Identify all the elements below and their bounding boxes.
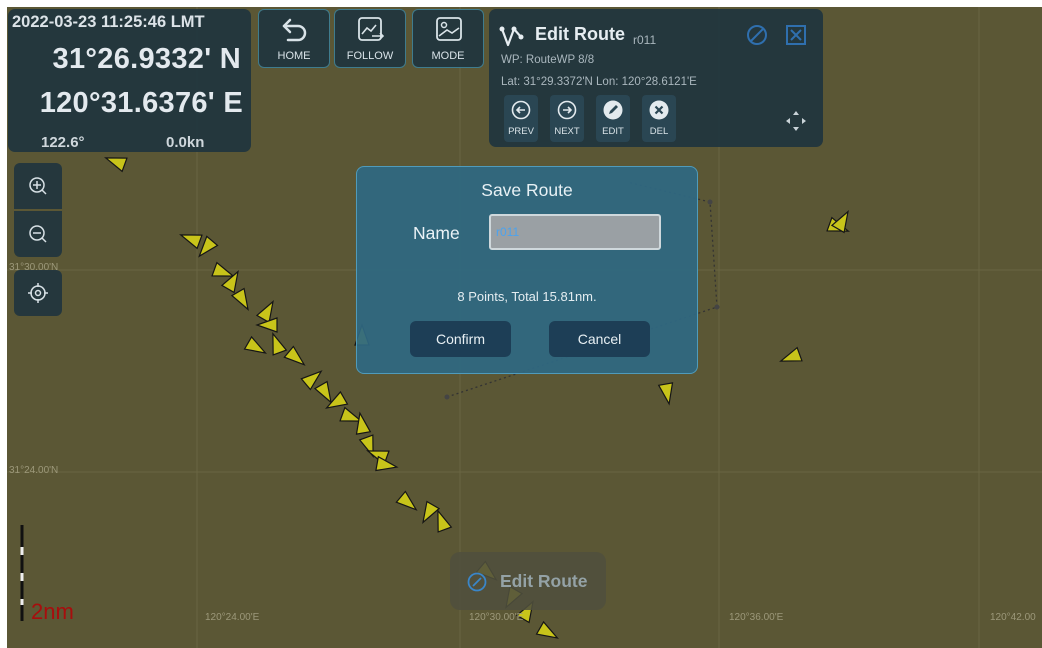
route-id: r011 [633,33,657,47]
prev-label: PREV [508,126,534,137]
delete-label: DEL [649,126,669,137]
pencil-icon [603,100,623,120]
next-icon [557,100,577,120]
lon-label: 120°36.00'E [729,612,784,623]
vessel-icon[interactable] [657,382,676,406]
next-button[interactable]: NEXT [550,95,584,142]
waypoint-text: WP: RouteWP 8/8 [501,54,595,66]
close-icon[interactable] [785,24,807,46]
vessel-icon[interactable] [353,411,372,435]
vessel-icon[interactable] [395,490,420,515]
speed-text: 0.0kn [166,134,205,151]
latitude-text: 31°26.9332' N [52,43,241,75]
vessel-icon[interactable] [375,455,399,474]
lon-label: 120°24.00'E [205,612,260,623]
route-summary: 8 Points, Total 15.81nm. [457,289,597,304]
move-handle-icon[interactable] [784,109,808,133]
name-label: Name [413,223,460,243]
confirm-circle-icon[interactable] [746,24,768,46]
lon-label: 120°30.00'E [469,612,524,623]
vessel-icon[interactable] [266,331,288,356]
waypoint-latlon: Lat: 31°29.3372'N Lon: 120°28.6121'E [501,76,697,88]
edit-label: EDIT [602,126,624,137]
vessel-icon[interactable] [535,620,561,644]
follow-button[interactable]: FOLLOW [334,9,406,68]
edit-route-toast[interactable]: Edit Route [450,552,606,610]
locate-button[interactable] [14,270,62,316]
edit-button[interactable]: EDIT [596,95,630,142]
zoom-in-icon [29,177,47,195]
lon-label: 120°42.00 [990,612,1036,623]
cancel-button[interactable]: Cancel [549,321,650,357]
crosshair-icon [28,283,48,303]
delete-button[interactable]: DEL [642,95,676,142]
home-label: HOME [277,50,311,62]
dialog-title: Save Route [481,180,573,200]
longitude-text: 120°31.6376' E [39,87,243,119]
route-icon [499,26,524,47]
zoom-in-button[interactable] [14,163,62,209]
mode-button[interactable]: MODE [412,9,484,68]
edit-route-title: Edit Route [535,24,625,44]
vessel-icon[interactable] [417,500,441,526]
follow-icon [358,17,385,41]
follow-label: FOLLOW [346,50,394,62]
vessel-icon[interactable] [178,228,203,250]
mode-label: MODE [431,50,465,62]
mode-icon [436,17,462,41]
heading-text: 122.6° [41,134,85,151]
save-route-dialog: Save Route Name r011 8 Points, Total 15.… [356,166,698,374]
confirm-button[interactable]: Confirm [410,321,511,357]
next-label: NEXT [554,126,580,137]
prev-icon [511,100,531,120]
edit-route-panel: Edit Route r011 WP: RouteWP 8/8 Lat: 31°… [489,9,823,147]
return-icon [282,18,307,42]
home-button[interactable]: HOME [258,9,330,68]
lat-label: 31°24.00'N [9,465,59,476]
zoom-out-icon [29,225,47,243]
gps-info-panel: 2022-03-23 11:25:46 LMT 31°26.9332' N 12… [8,9,251,152]
vessel-icon[interactable] [283,345,308,370]
scale-label: 2nm [31,599,74,624]
vessel-icon[interactable] [230,287,254,313]
route-name-input[interactable]: r011 [489,214,661,250]
edit-route-toast-icon [467,572,487,592]
vessel-icon[interactable] [778,346,803,368]
vessel-icon[interactable] [103,151,128,173]
vessel-icon[interactable] [243,335,269,359]
prev-button[interactable]: PREV [504,95,538,142]
datetime-text: 2022-03-23 11:25:46 LMT [12,13,205,31]
edit-route-toast-label: Edit Route [500,571,588,591]
delete-icon [649,100,669,120]
zoom-out-button[interactable] [14,211,62,257]
